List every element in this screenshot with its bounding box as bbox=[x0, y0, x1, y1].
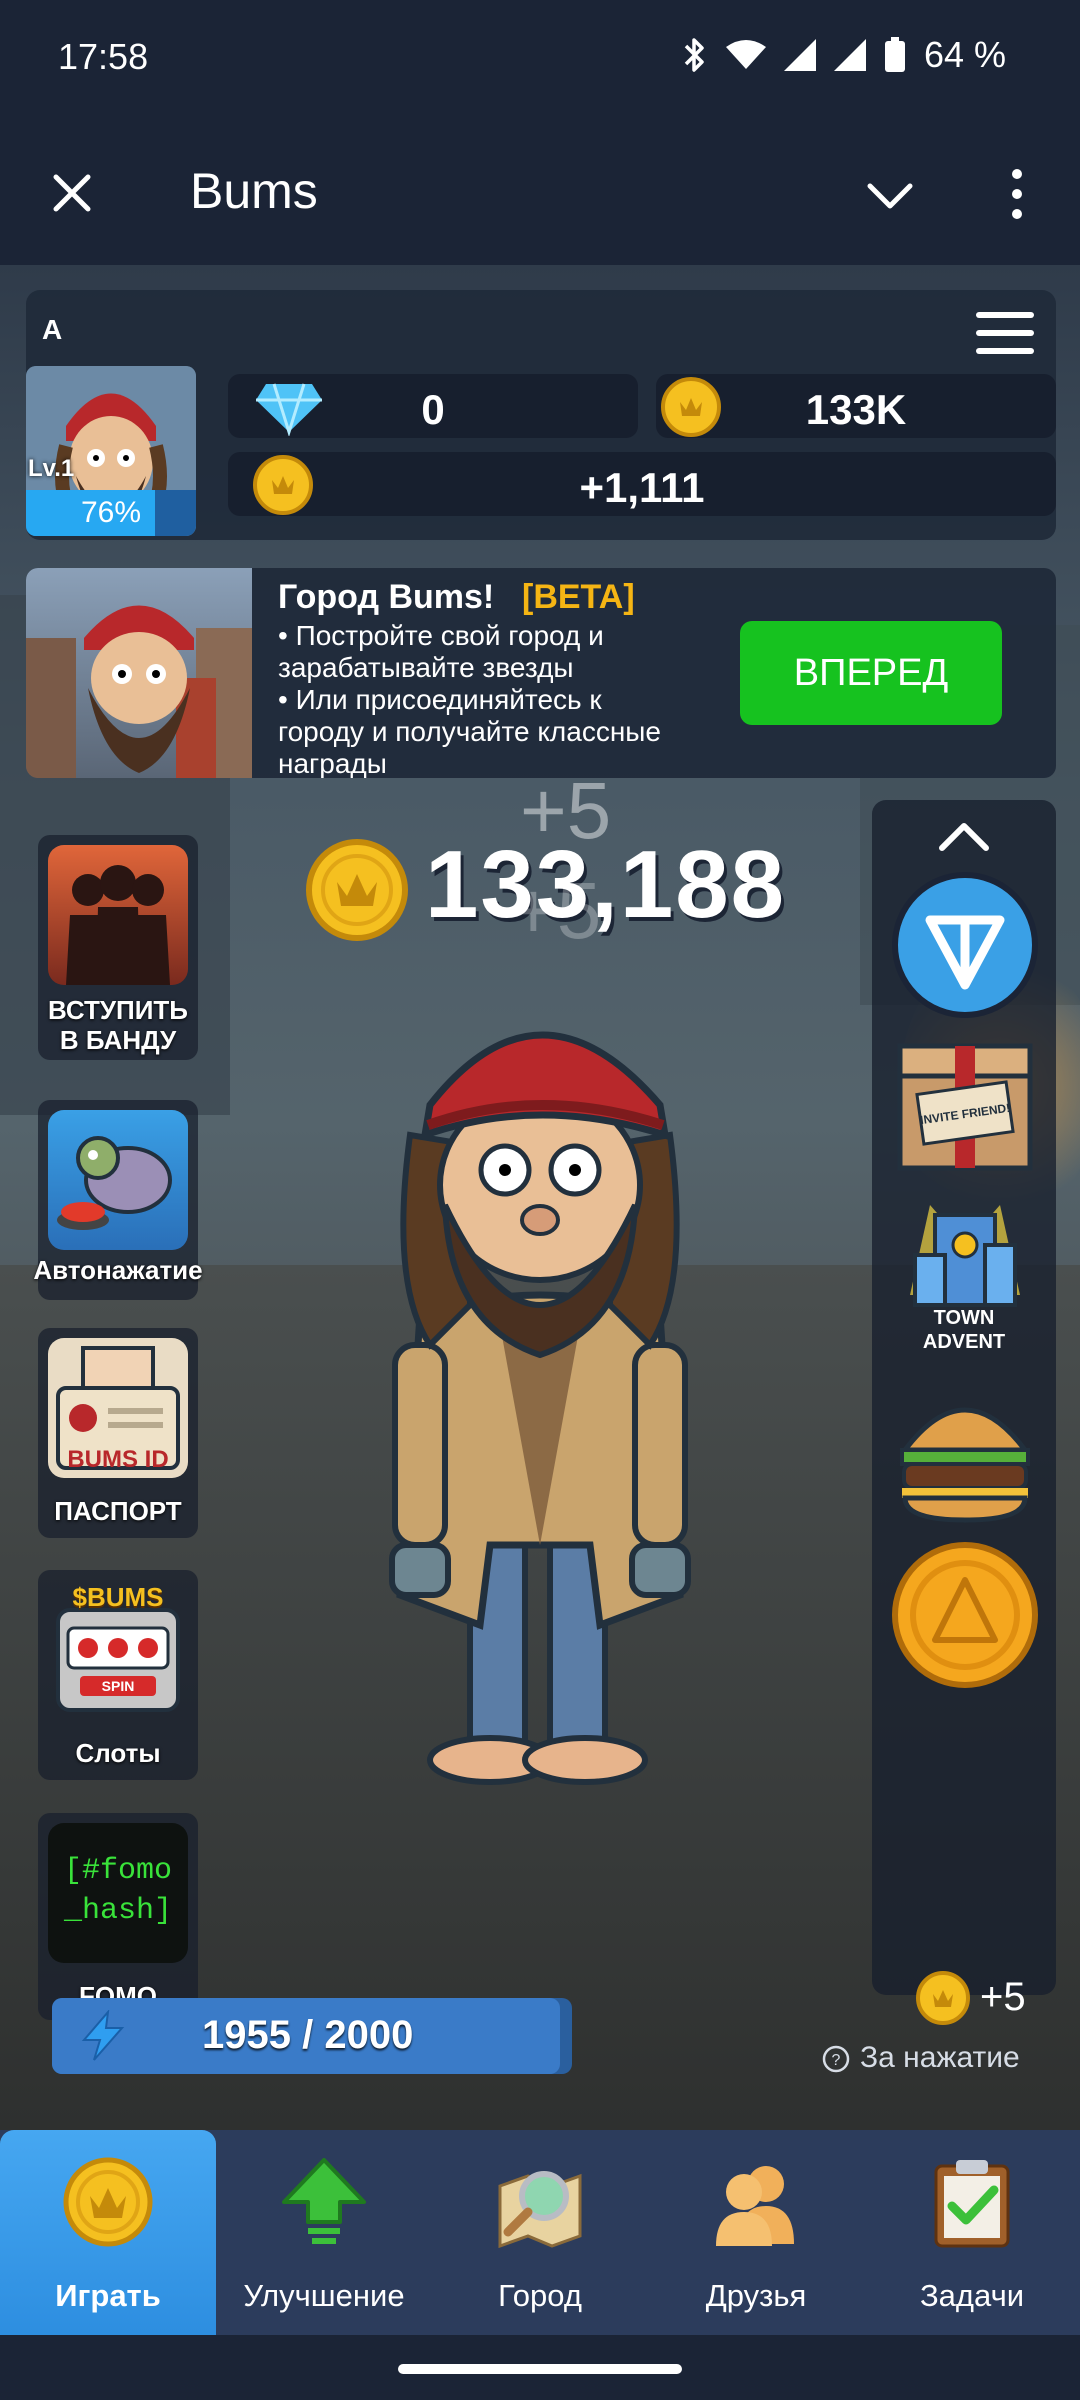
beta-badge: [BETA] bbox=[522, 578, 635, 616]
invite-friend-box-icon[interactable]: INVITE FRIEND! bbox=[890, 1028, 1040, 1178]
level-label: Lv.1 bbox=[28, 455, 75, 482]
lightning-icon bbox=[81, 2010, 125, 2061]
app-title: Bums bbox=[190, 163, 318, 219]
feature-label-line1: Слоты bbox=[75, 1738, 161, 1768]
feature-label-line2: В БАНДУ bbox=[59, 1025, 177, 1055]
coin-icon bbox=[306, 839, 408, 941]
map-magnifier-icon bbox=[498, 2171, 582, 2248]
gold-coin-token-icon[interactable] bbox=[890, 1540, 1040, 1690]
app-bar: Bums bbox=[0, 120, 1080, 265]
gang-icon bbox=[48, 845, 188, 985]
nav-tab-friends[interactable]: Друзья bbox=[648, 2130, 864, 2335]
fomo-hash-icon: [#fomo _hash] bbox=[48, 1823, 188, 1963]
town-advent-label: ADVENT bbox=[922, 1331, 1006, 1353]
feature-label-line1: ВСТУПИТЬ bbox=[48, 995, 188, 1025]
town-banner[interactable]: Город Bums! [BETA] • Постройте свой горо… bbox=[26, 568, 1056, 778]
system-nav-area bbox=[0, 2335, 1080, 2400]
pigeon-button-icon bbox=[48, 1110, 188, 1250]
nav-tab-city[interactable]: Город bbox=[432, 2130, 648, 2335]
fomo-code-text: [#fomo _hash] bbox=[63, 1854, 173, 1928]
signal-icon bbox=[783, 39, 816, 71]
nav-label: Задачи bbox=[919, 2278, 1025, 2313]
floating-bonus: +5 bbox=[520, 766, 612, 855]
slot-machine-icon: $BUMS SPIN bbox=[48, 1580, 188, 1720]
burger-icon[interactable] bbox=[890, 1380, 1040, 1530]
gems-counter: 0 bbox=[228, 374, 638, 438]
town-banner-image bbox=[26, 568, 252, 778]
coins-short-value: 133K bbox=[805, 386, 907, 433]
slots-brand-text: $BUMS bbox=[72, 1582, 164, 1612]
clipboard-check-icon bbox=[934, 2160, 1010, 2248]
profile-panel: A Lv.1 76% 0 133K +1,111 bbox=[26, 290, 1056, 540]
autotap-button[interactable]: Автонажатие bbox=[33, 1100, 203, 1300]
per-tap-label: За нажатие bbox=[860, 2041, 1020, 2074]
ton-icon[interactable] bbox=[890, 870, 1040, 1020]
energy-text: 1955 / 2000 bbox=[202, 2013, 414, 2057]
nav-tab-upgrade[interactable]: Улучшение bbox=[216, 2130, 432, 2335]
svg-text:?: ? bbox=[832, 2052, 841, 2069]
coin-icon bbox=[916, 1971, 970, 2025]
bum-character[interactable] bbox=[370, 985, 710, 1805]
profile-letter: A bbox=[42, 314, 63, 345]
nav-tab-tasks[interactable]: Задачи bbox=[864, 2130, 1080, 2335]
feature-label-line1: ПАСПОРТ bbox=[54, 1496, 182, 1526]
status-icons: 64 % bbox=[682, 34, 1006, 76]
nav-label: Друзья bbox=[705, 2278, 807, 2313]
level-percent: 76% bbox=[80, 496, 142, 529]
join-gang-button[interactable]: ВСТУПИТЬ В БАНДУ bbox=[38, 835, 198, 1060]
level-progress-bar: 76% bbox=[26, 490, 196, 536]
income-value: +1,111 bbox=[579, 464, 705, 511]
feature-label-line1: Автонажатие bbox=[33, 1255, 203, 1285]
status-bar: 17:58 64 % bbox=[0, 0, 1080, 120]
game-area: A Lv.1 76% 0 133K +1,111 Город Bums! [BE… bbox=[0, 265, 1080, 2130]
income-counter: +1,111 bbox=[228, 452, 1056, 516]
wifi-icon bbox=[725, 40, 766, 69]
town-banner-text: зарабатывайте звезды bbox=[278, 652, 574, 683]
passport-card-text: BUMS ID bbox=[67, 1446, 169, 1473]
close-icon[interactable] bbox=[44, 165, 100, 221]
upgrade-arrow-icon bbox=[282, 2158, 366, 2244]
battery-icon bbox=[884, 37, 905, 72]
chevron-up-icon[interactable] bbox=[936, 818, 992, 854]
town-advent-label: TOWN bbox=[933, 1307, 995, 1329]
nav-tab-play[interactable]: Играть bbox=[0, 2130, 216, 2335]
energy-bar: 1955 / 2000 bbox=[52, 1998, 572, 2074]
coin-icon bbox=[63, 2157, 153, 2247]
floating-bonus: +5 bbox=[510, 866, 602, 955]
battery-percent: 64 % bbox=[923, 34, 1006, 75]
status-time: 17:58 bbox=[58, 36, 149, 77]
passport-button[interactable]: BUMS ID ПАСПОРТ bbox=[38, 1328, 198, 1538]
gems-value: 0 bbox=[421, 386, 445, 433]
slots-spin-text: SPIN bbox=[101, 1678, 135, 1694]
home-indicator[interactable] bbox=[398, 2364, 682, 2374]
hamburger-menu-icon[interactable] bbox=[974, 308, 1036, 358]
bottom-navigation: Играть Улучшение Город Друзья Задачи bbox=[0, 2130, 1080, 2335]
coins-counter: 133K bbox=[656, 374, 1056, 438]
nav-label: Город bbox=[498, 2278, 582, 2313]
town-banner-text: • Постройте свой город и bbox=[278, 620, 604, 651]
town-advent-icon[interactable] bbox=[890, 1185, 1040, 1310]
slots-button[interactable]: $BUMS SPIN Слоты bbox=[38, 1570, 198, 1780]
help-icon[interactable]: ? bbox=[822, 2045, 850, 2073]
town-banner-text: городу и получайте классные bbox=[278, 716, 661, 747]
bluetooth-icon bbox=[684, 38, 704, 72]
town-banner-text: награды bbox=[278, 748, 387, 778]
passport-icon: BUMS ID bbox=[48, 1338, 188, 1478]
town-go-button[interactable]: ВПЕРЕД bbox=[740, 621, 1002, 725]
nav-label: Улучшение bbox=[243, 2278, 405, 2313]
friends-icon bbox=[716, 2166, 794, 2246]
more-vert-icon[interactable] bbox=[992, 166, 1042, 222]
right-side-panel: INVITE FRIEND! TOWN ADVENT bbox=[872, 800, 1056, 1995]
per-tap-value: +5 bbox=[980, 1975, 1026, 2019]
fomo-button[interactable]: [#fomo _hash] FOMO bbox=[38, 1813, 198, 2020]
chevron-down-icon[interactable] bbox=[862, 168, 918, 224]
nav-label: Играть bbox=[55, 2278, 161, 2313]
town-banner-title: Город Bums! bbox=[278, 578, 495, 616]
signal-icon bbox=[833, 39, 866, 71]
town-banner-text: • Или присоединяйтесь к bbox=[278, 684, 602, 715]
